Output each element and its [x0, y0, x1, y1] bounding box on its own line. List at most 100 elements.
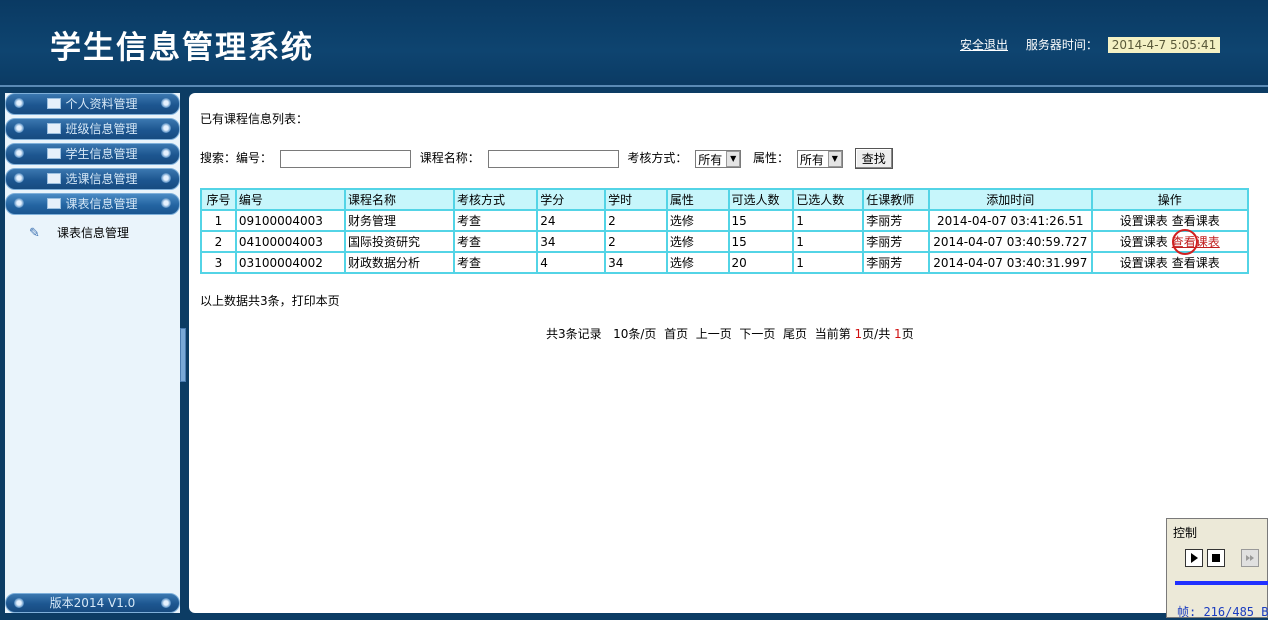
cell: 2 — [606, 211, 666, 230]
pager-total: 共3条记录 — [546, 327, 602, 341]
cell: 选修 — [667, 253, 728, 272]
cell: 2014-04-07 03:41:26.51 — [930, 211, 1091, 230]
op-cell: 设置课表 查看课表 — [1092, 211, 1247, 230]
cell: 15 — [729, 211, 793, 230]
col-header: 已选人数 — [794, 190, 863, 209]
control-title: 控制 — [1173, 526, 1198, 540]
op-cell: 设置课表 查看课表 — [1092, 253, 1247, 272]
dropdown-arrow-icon: ▼ — [726, 150, 741, 167]
pager-last[interactable]: 尾页 — [783, 327, 807, 341]
cell: 考查 — [454, 211, 537, 230]
cell: 李丽芳 — [864, 232, 928, 251]
pager-current-prefix: 当前第 — [814, 327, 851, 341]
col-header: 学时 — [606, 190, 666, 209]
version-bar: 版本2014 V1.0 — [5, 593, 180, 613]
pager-first[interactable]: 首页 — [664, 327, 688, 341]
cursor-highlight-icon — [1172, 229, 1198, 255]
timeline-bar[interactable] — [1175, 581, 1268, 585]
cell: 选修 — [667, 211, 728, 230]
code-label: 编号： — [236, 151, 273, 165]
cell: 1 — [794, 232, 863, 251]
version-label: 版本2014 V1.0 — [49, 596, 136, 610]
cell: 李丽芳 — [864, 211, 928, 230]
course-name-label: 课程名称： — [419, 151, 480, 165]
cell: 2014-04-07 03:40:31.997 — [930, 253, 1091, 272]
cell: 24 — [538, 211, 605, 230]
cell: 15 — [729, 232, 793, 251]
knob-icon — [14, 123, 24, 133]
search-button[interactable]: 查找 — [854, 148, 893, 169]
cell: 1 — [794, 253, 863, 272]
summary-text: 以上数据共3条，打印本页 — [200, 294, 340, 308]
server-time: 2014-4-7 5:05:41 — [1107, 37, 1221, 53]
set-schedule-link[interactable]: 设置课表 — [1120, 256, 1168, 270]
frame-counter: 帧: 216/485 B — [1177, 605, 1268, 619]
table-row: 2 04100004003 国际投资研究 考查 34 2 选修 15 1 李丽芳… — [202, 232, 1247, 251]
sidebar-splitter[interactable] — [180, 328, 186, 382]
sidebar-item-label: 选课信息管理 — [65, 172, 138, 186]
sidebar-item-enroll[interactable]: 选课信息管理 — [5, 168, 180, 190]
col-header: 可选人数 — [729, 190, 793, 209]
view-schedule-link[interactable]: 查看课表 — [1172, 214, 1220, 228]
mail-icon — [47, 173, 62, 184]
col-header: 序号 — [202, 190, 235, 209]
view-schedule-link[interactable]: 查看课表 — [1172, 256, 1220, 270]
knob-icon — [14, 98, 24, 108]
col-header: 添加时间 — [930, 190, 1091, 209]
knob-icon — [161, 198, 171, 208]
code-input[interactable] — [279, 149, 411, 168]
logout-link[interactable]: 安全退出 — [960, 38, 1008, 52]
sidebar-item-profile[interactable]: 个人资料管理 — [5, 93, 180, 115]
sidebar-item-label: 个人资料管理 — [65, 97, 138, 111]
knob-icon — [14, 148, 24, 158]
cell: 09100004003 — [236, 211, 344, 230]
main-content: 已有课程信息列表： 搜索：编号： 课程名称： 考核方式： 所有 ▼ 属性： 所有 ▼… — [189, 93, 1268, 613]
sidebar-item-label: 课表信息管理 — [65, 197, 138, 211]
knob-icon — [14, 173, 24, 183]
search-row: 搜索：编号： 课程名称： 考核方式： 所有 ▼ 属性： 所有 ▼ 查找 — [200, 147, 893, 169]
list-title: 已有课程信息列表： — [200, 112, 309, 126]
pager-next[interactable]: 下一页 — [739, 327, 775, 341]
knob-icon — [161, 173, 171, 183]
course-name-input[interactable] — [487, 149, 619, 168]
col-header: 编号 — [236, 190, 344, 209]
op-cell: 设置课表 查看课表 — [1092, 232, 1247, 251]
table-row: 1 09100004003 财务管理 考查 24 2 选修 15 1 李丽芳 2… — [202, 211, 1247, 230]
attr-select[interactable]: 所有 ▼ — [796, 149, 843, 168]
exam-label: 考核方式： — [627, 151, 688, 165]
knob-icon — [14, 598, 24, 608]
cell: 考查 — [454, 232, 537, 251]
server-time-label: 服务器时间： — [1025, 38, 1098, 52]
pager-total-pages: 1 — [894, 327, 902, 341]
sidebar-item-student[interactable]: 学生信息管理 — [5, 143, 180, 165]
pager-per-page: 10条/页 — [613, 327, 657, 341]
cell: 4 — [538, 253, 605, 272]
stop-icon[interactable] — [1207, 549, 1225, 567]
pager-prev[interactable]: 上一页 — [696, 327, 732, 341]
exam-select[interactable]: 所有 ▼ — [695, 149, 742, 168]
cell: 选修 — [667, 232, 728, 251]
submenu-schedule[interactable]: ✎ 课表信息管理 — [5, 218, 180, 248]
header-right: 安全退出 服务器时间： 2014-4-7 5:05:41 — [960, 36, 1221, 53]
control-panel: 控制 帧: 216/485 B — [1166, 518, 1268, 619]
col-header: 任课教师 — [864, 190, 928, 209]
set-schedule-link[interactable]: 设置课表 — [1120, 235, 1168, 249]
attr-label: 属性： — [753, 151, 790, 165]
sidebar-item-class[interactable]: 班级信息管理 — [5, 118, 180, 140]
set-schedule-link[interactable]: 设置课表 — [1120, 214, 1168, 228]
fast-forward-icon[interactable] — [1241, 549, 1259, 567]
cell: 财政数据分析 — [345, 253, 453, 272]
knob-icon — [14, 198, 24, 208]
sidebar-item-label: 班级信息管理 — [65, 122, 138, 136]
knob-icon — [161, 123, 171, 133]
submenu-label: 课表信息管理 — [57, 226, 130, 240]
stop-glyph-icon — [1212, 554, 1220, 562]
mail-icon — [47, 123, 62, 134]
sidebar-item-schedule[interactable]: 课表信息管理 — [5, 193, 180, 215]
knob-icon — [161, 598, 171, 608]
cell: 20 — [729, 253, 793, 272]
pager: 共3条记录 10条/页 首页 上一页 下一页 尾页 当前第 1页/共 1页 — [546, 325, 914, 342]
cell: 2 — [202, 232, 235, 251]
play-icon[interactable] — [1185, 549, 1203, 567]
cell: 李丽芳 — [864, 253, 928, 272]
